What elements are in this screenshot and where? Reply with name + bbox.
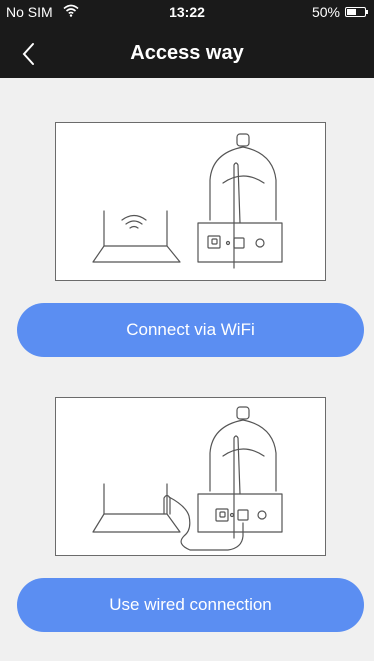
top-bar: No SIM 13:22 50% Access way: [0, 0, 374, 78]
battery-percent: 50%: [311, 4, 340, 20]
battery-icon: [345, 7, 368, 17]
use-wired-button[interactable]: Use wired connection: [17, 578, 364, 632]
wired-setup-drawing: [92, 406, 283, 551]
connect-wifi-button[interactable]: Connect via WiFi: [17, 303, 364, 357]
wifi-setup-drawing: [92, 133, 283, 269]
wifi-illustration: [55, 122, 326, 281]
status-bar: No SIM 13:22 50%: [0, 0, 374, 22]
wired-illustration: [55, 397, 326, 556]
page-title: Access way: [130, 42, 244, 64]
